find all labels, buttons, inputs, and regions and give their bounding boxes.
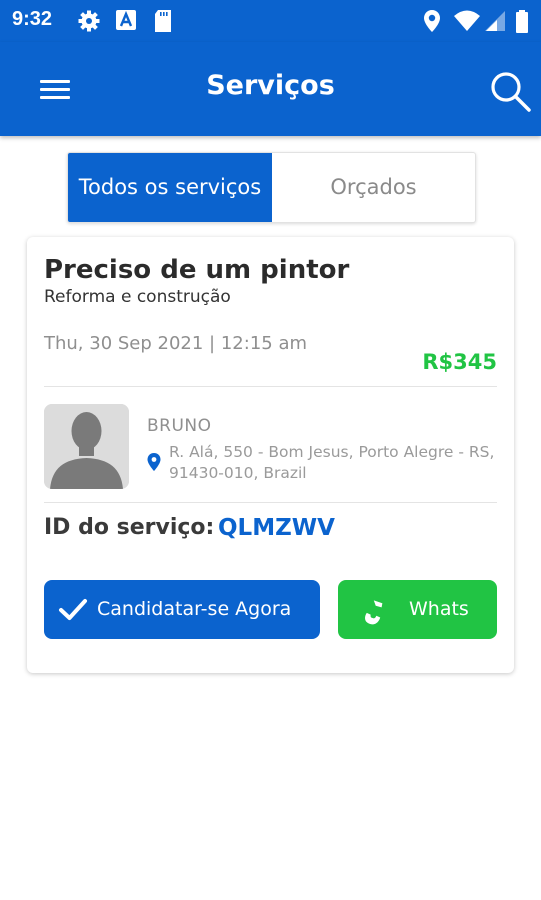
sd-card-icon: [155, 10, 171, 32]
wifi-icon: [454, 10, 480, 31]
search-icon[interactable]: [487, 68, 533, 114]
location-icon: [424, 10, 440, 32]
service-price: R$345: [422, 350, 497, 374]
apply-now-button[interactable]: Candidatar-se Agora: [44, 580, 320, 639]
service-date: Thu, 30 Sep 2021 | 12:15 am: [44, 333, 308, 354]
signal-icon: [485, 11, 505, 31]
page-title: Serviços: [206, 70, 335, 101]
avatar: [44, 404, 129, 489]
service-id-label: ID do serviço:: [44, 515, 215, 540]
service-category: Reforma e construção: [44, 287, 231, 307]
battery-icon: [516, 10, 528, 33]
client-address: R. Alá, 550 - Bom Jesus, Porto Alegre - …: [169, 443, 495, 482]
service-id-value: QLMZWV: [218, 515, 335, 541]
divider: [44, 502, 497, 503]
service-tabs: Todos os serviços Orçados: [67, 152, 476, 223]
gear-icon: [78, 10, 100, 32]
map-pin-icon: [147, 453, 161, 471]
service-title: Preciso de um pintor: [44, 255, 350, 285]
app-a-icon: [116, 10, 136, 30]
service-card[interactable]: Preciso de um pintor Reforma e construçã…: [27, 237, 514, 673]
whatsapp-button[interactable]: Whats: [338, 580, 497, 639]
person-silhouette-icon: [44, 404, 129, 489]
tab-quoted[interactable]: Orçados: [272, 153, 475, 222]
phone-icon: [365, 600, 383, 625]
apply-now-label: Candidatar-se Agora: [97, 598, 292, 620]
tab-all-services[interactable]: Todos os serviços: [68, 153, 272, 222]
app-bar: Serviços: [0, 42, 541, 136]
client-name: BRUNO: [147, 416, 212, 436]
whatsapp-label: Whats: [409, 598, 469, 620]
checkmark-icon: [59, 599, 87, 620]
divider: [44, 386, 497, 387]
status-bar: 9:32: [0, 0, 541, 42]
status-time: 9:32: [12, 8, 53, 30]
